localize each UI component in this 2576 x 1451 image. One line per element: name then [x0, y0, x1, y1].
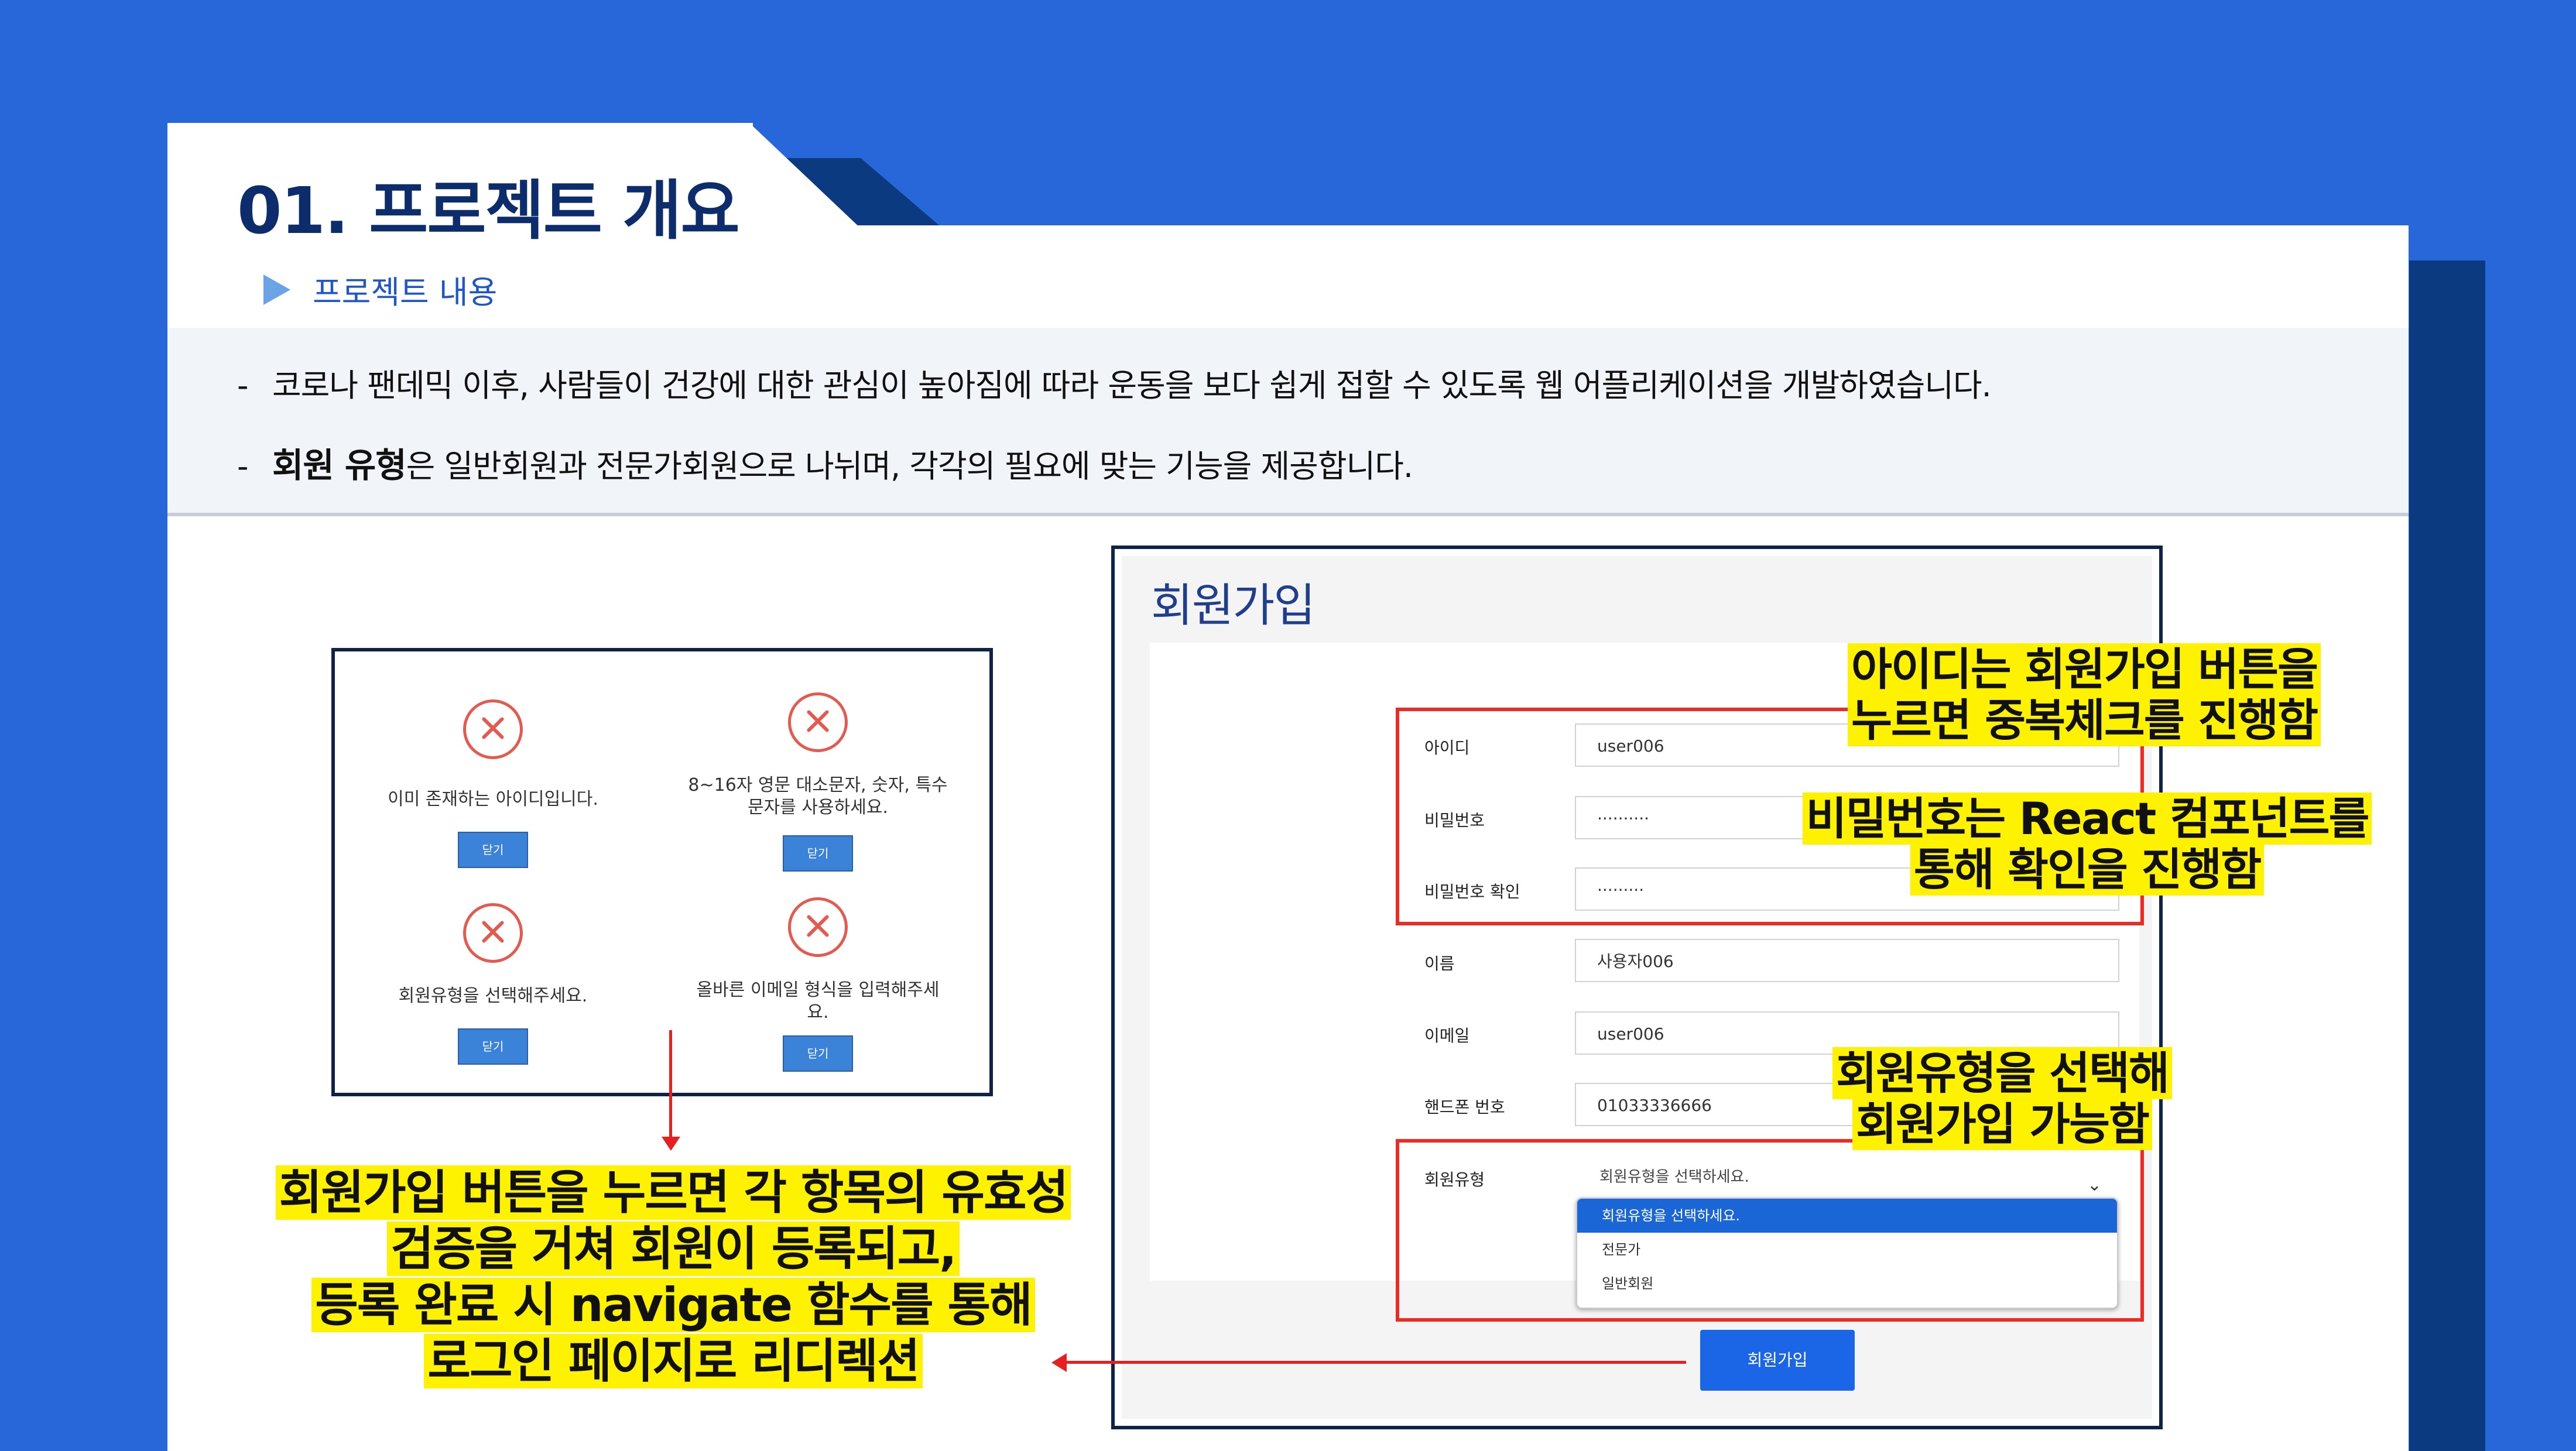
close-button[interactable]: 닫기: [458, 832, 528, 868]
member-type-highlight-box: [1396, 1139, 2144, 1322]
error-dialog-duplicate-id: 이미 존재하는 아이디입니다. 닫기: [352, 699, 633, 868]
summary-band: [167, 328, 2409, 516]
arrow-left-line: [1066, 1361, 1686, 1364]
summary-line-2: - 회원 유형은 일반회원과 전문가회원으로 나뉘며, 각각의 필요에 맞는 기능…: [237, 445, 1413, 485]
field-label-phone: 핸드폰 번호: [1424, 1097, 1505, 1117]
close-button[interactable]: 닫기: [458, 1028, 528, 1065]
summary-line-1: - 코로나 팬데믹 이후, 사람들이 건강에 대한 관심이 높아짐에 따라 운동을…: [237, 367, 1992, 404]
error-x-icon: [788, 692, 848, 752]
signup-submit-button[interactable]: 회원가입: [1700, 1330, 1855, 1391]
field-label-name: 이름: [1424, 954, 1455, 973]
error-x-icon: [463, 699, 523, 759]
name-field[interactable]: 사용자006: [1575, 939, 2119, 982]
section-subtitle: 프로젝트 내용: [263, 266, 497, 313]
annotation-id-check: 아이디는 회원가입 버튼을 누르면 중복체크를 진행함: [1797, 643, 2371, 747]
error-message: 올바른 이메일 형식을 입력해주세요.: [696, 980, 940, 1023]
error-dialog-member-type: 회원유형을 선택해주세요. 닫기: [352, 903, 633, 1065]
arrow-left-icon: [1051, 1353, 1067, 1372]
error-x-icon: [788, 897, 848, 957]
signup-title: 회원가입: [1151, 579, 1316, 632]
error-x-icon: [463, 903, 523, 963]
error-dialog-password-format: 8~16자 영문 대소문자, 숫자, 특수문자를 사용하세요. 닫기: [677, 692, 958, 872]
page-title: 01. 프로젝트 개요: [237, 173, 740, 248]
error-dialogs-panel: 이미 존재하는 아이디입니다. 닫기 8~16자 영문 대소문자, 숫자, 특수…: [331, 648, 993, 1096]
close-button[interactable]: 닫기: [783, 1035, 853, 1072]
arrow-down-line: [669, 1030, 672, 1141]
error-message: 8~16자 영문 대소문자, 숫자, 특수문자를 사용하세요.: [688, 775, 948, 818]
arrow-down-icon: [662, 1137, 680, 1151]
error-message: 이미 존재하는 아이디입니다.: [388, 789, 598, 809]
error-message: 회원유형을 선택해주세요.: [398, 986, 588, 1006]
navy-accent-bar: [2409, 260, 2485, 1451]
section-subtitle-text: 프로젝트 내용: [313, 274, 498, 311]
annotation-validation: 회원가입 버튼을 누르면 각 항목의 유효성 검증을 거쳐 회원이 등록되고, …: [234, 1165, 1112, 1390]
annotation-member-type: 회원유형을 선택해 회원가입 가능함: [1786, 1047, 2219, 1151]
field-label-email: 이메일: [1424, 1026, 1470, 1045]
triangle-bullet-icon: [263, 274, 290, 305]
annotation-password: 비밀번호는 React 컴포넌트를 통해 확인을 진행함: [1768, 793, 2406, 896]
close-button[interactable]: 닫기: [783, 835, 853, 872]
error-dialog-email-format: 올바른 이메일 형식을 입력해주세요. 닫기: [677, 897, 958, 1072]
member-type-bold: 회원 유형: [272, 445, 407, 485]
